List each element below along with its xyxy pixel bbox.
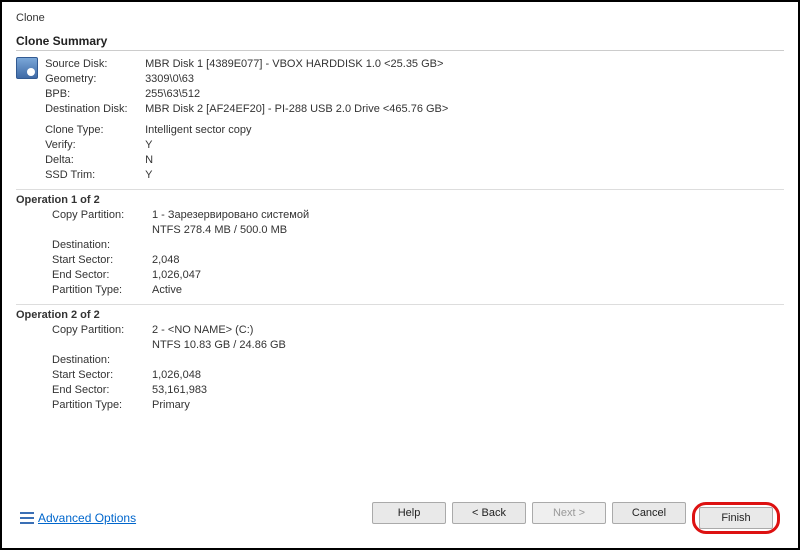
disk-icon — [16, 57, 38, 79]
field-label: Geometry: — [45, 72, 145, 87]
summary-heading: Clone Summary — [16, 34, 784, 48]
field-value: 2,048 — [152, 253, 784, 268]
field-value: NTFS 10.83 GB / 24.86 GB — [152, 338, 784, 353]
field-label: Partition Type: — [52, 283, 152, 298]
field-value: Y — [145, 138, 783, 153]
cancel-button[interactable]: Cancel — [612, 502, 686, 524]
divider — [16, 189, 784, 190]
divider — [16, 50, 784, 51]
field-value: 2 - <NO NAME> (C:) — [152, 323, 784, 338]
field-label: Copy Partition: — [52, 323, 152, 338]
field-value — [152, 353, 784, 368]
field-label: Start Sector: — [52, 253, 152, 268]
field-label: Clone Type: — [45, 123, 145, 138]
help-button[interactable]: Help — [372, 502, 446, 524]
advanced-options-label: Advanced Options — [38, 511, 136, 525]
field-label: Destination: — [52, 238, 152, 253]
field-label: Destination Disk: — [45, 102, 145, 117]
field-label: Destination: — [52, 353, 152, 368]
field-label — [52, 223, 152, 238]
field-value: MBR Disk 2 [AF24EF20] - PI-288 USB 2.0 D… — [145, 102, 783, 117]
finish-highlight: Finish — [692, 502, 780, 534]
field-label: SSD Trim: — [45, 168, 145, 183]
field-label: Verify: — [45, 138, 145, 153]
field-label: Start Sector: — [52, 368, 152, 383]
divider — [16, 304, 784, 305]
field-value: Y — [145, 168, 783, 183]
next-button: Next > — [532, 502, 606, 524]
finish-button[interactable]: Finish — [699, 507, 773, 529]
field-value: 3309\0\63 — [145, 72, 783, 87]
field-value: MBR Disk 1 [4389E077] - VBOX HARDDISK 1.… — [145, 57, 783, 72]
field-label: Delta: — [45, 153, 145, 168]
field-label: Copy Partition: — [52, 208, 152, 223]
field-value: NTFS 278.4 MB / 500.0 MB — [152, 223, 784, 238]
field-value — [152, 238, 784, 253]
field-label — [52, 338, 152, 353]
field-value: 255\63\512 — [145, 87, 783, 102]
field-label: BPB: — [45, 87, 145, 102]
advanced-options-link[interactable]: Advanced Options — [20, 511, 136, 525]
field-value: 53,161,983 — [152, 383, 784, 398]
field-label: Source Disk: — [45, 57, 145, 72]
operation-heading: Operation 1 of 2 — [16, 194, 784, 206]
field-label: End Sector: — [52, 383, 152, 398]
field-value: 1,026,047 — [152, 268, 784, 283]
field-value: N — [145, 153, 783, 168]
summary-content: Clone Summary Source Disk:MBR Disk 1 [43… — [16, 34, 784, 494]
back-button[interactable]: < Back — [452, 502, 526, 524]
window-title: Clone — [16, 12, 784, 24]
field-value: 1 - Зарезервировано системой — [152, 208, 784, 223]
sliders-icon — [20, 511, 34, 525]
field-value: Active — [152, 283, 784, 298]
field-value: Primary — [152, 398, 784, 413]
field-value: 1,026,048 — [152, 368, 784, 383]
field-label: End Sector: — [52, 268, 152, 283]
footer: Advanced Options Help < Back Next > Canc… — [16, 494, 784, 538]
operation-heading: Operation 2 of 2 — [16, 309, 784, 321]
field-value: Intelligent sector copy — [145, 123, 783, 138]
field-label: Partition Type: — [52, 398, 152, 413]
